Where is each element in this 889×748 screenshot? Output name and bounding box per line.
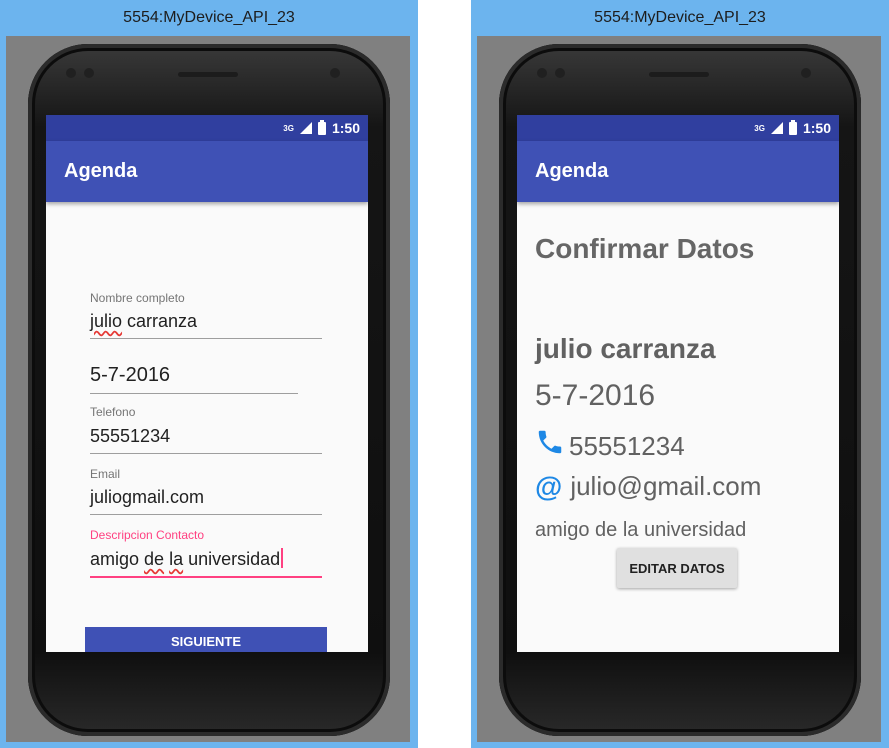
contact-phone: 55551234	[569, 431, 685, 461]
email-value: juliogmail.com	[90, 487, 205, 507]
phone-screen: 3G 1:50 Agenda Nombre completo julio car…	[46, 115, 368, 652]
descripcion-part5: universidad	[183, 549, 281, 569]
email-field[interactable]: juliogmail.com	[90, 487, 322, 515]
descripcion-part4: la	[169, 549, 184, 569]
signal-icon	[770, 122, 783, 134]
status-time: 1:50	[331, 120, 360, 136]
text-cursor	[281, 548, 284, 568]
emulator-window-right: 5554:MyDevice_API_23 3G 1:50 Agenda Conf…	[471, 0, 889, 748]
status-time: 1:50	[802, 120, 831, 136]
battery-icon	[788, 119, 797, 135]
descripcion-label: Descripcion Contacto	[90, 528, 205, 542]
phone-screen: 3G 1:50 Agenda Confirmar Datos julio car…	[517, 115, 839, 652]
nombre-field[interactable]: julio carranza	[90, 311, 322, 339]
nombre-label: Nombre completo	[90, 291, 185, 305]
sensor-dot	[537, 68, 547, 78]
network-type: 3G	[283, 123, 294, 133]
nombre-word1: julio	[90, 311, 123, 331]
phone-body: 3G 1:50 Agenda Nombre completo julio car…	[28, 44, 390, 736]
descripcion-part2: de	[144, 549, 165, 569]
emulator-window-left: 5554:MyDevice_API_23 3G 1:50 Agenda Nomb…	[0, 0, 418, 748]
descripcion-field[interactable]: amigo de la universidad	[90, 548, 322, 578]
emulator-frame: 3G 1:50 Agenda Nombre completo julio car…	[6, 36, 410, 742]
app-title: Agenda	[535, 160, 609, 182]
descripcion-part1: amigo	[90, 549, 145, 569]
signal-icon	[299, 122, 312, 134]
confirm-heading: Confirmar Datos	[535, 233, 755, 264]
front-camera	[801, 68, 811, 78]
emulator-frame: 3G 1:50 Agenda Confirmar Datos julio car…	[477, 36, 881, 742]
battery-icon	[317, 119, 326, 135]
email-label: Email	[90, 467, 121, 481]
speaker-grille	[178, 72, 238, 77]
editar-datos-button[interactable]: EDITAR DATOS	[617, 548, 737, 588]
fecha-field[interactable]: 5-7-2016	[90, 364, 298, 394]
contact-description: amigo de la universidad	[535, 519, 747, 541]
status-bar: 3G 1:50	[517, 115, 839, 141]
telefono-label: Telefono	[90, 405, 136, 419]
email-row: @ julio@gmail.com	[535, 471, 761, 502]
fecha-value: 5-7-2016	[90, 364, 171, 386]
at-sign-icon: @	[535, 471, 563, 502]
sensor-dot	[555, 68, 565, 78]
app-bar: Agenda	[517, 141, 839, 202]
network-type: 3G	[754, 123, 765, 133]
app-bar: Agenda	[46, 141, 368, 202]
contact-date: 5-7-2016	[535, 379, 656, 412]
contact-name: julio carranza	[535, 333, 716, 364]
sensor-dot	[84, 68, 94, 78]
emulator-title: 5554:MyDevice_API_23	[123, 9, 295, 26]
emulator-title: 5554:MyDevice_API_23	[594, 9, 766, 26]
front-camera	[330, 68, 340, 78]
phone-body: 3G 1:50 Agenda Confirmar Datos julio car…	[499, 44, 861, 736]
phone-row: 55551234	[535, 427, 685, 462]
speaker-grille	[649, 72, 709, 77]
contact-email: julio@gmail.com	[570, 471, 762, 501]
status-bar: 3G 1:50	[46, 115, 368, 141]
nombre-rest: carranza	[122, 311, 198, 331]
app-title: Agenda	[64, 160, 138, 182]
telefono-field[interactable]: 55551234	[90, 426, 322, 454]
sensor-dot	[66, 68, 76, 78]
phone-icon	[535, 427, 565, 462]
siguiente-button[interactable]: SIGUIENTE	[85, 627, 327, 652]
telefono-value: 55551234	[90, 426, 171, 446]
